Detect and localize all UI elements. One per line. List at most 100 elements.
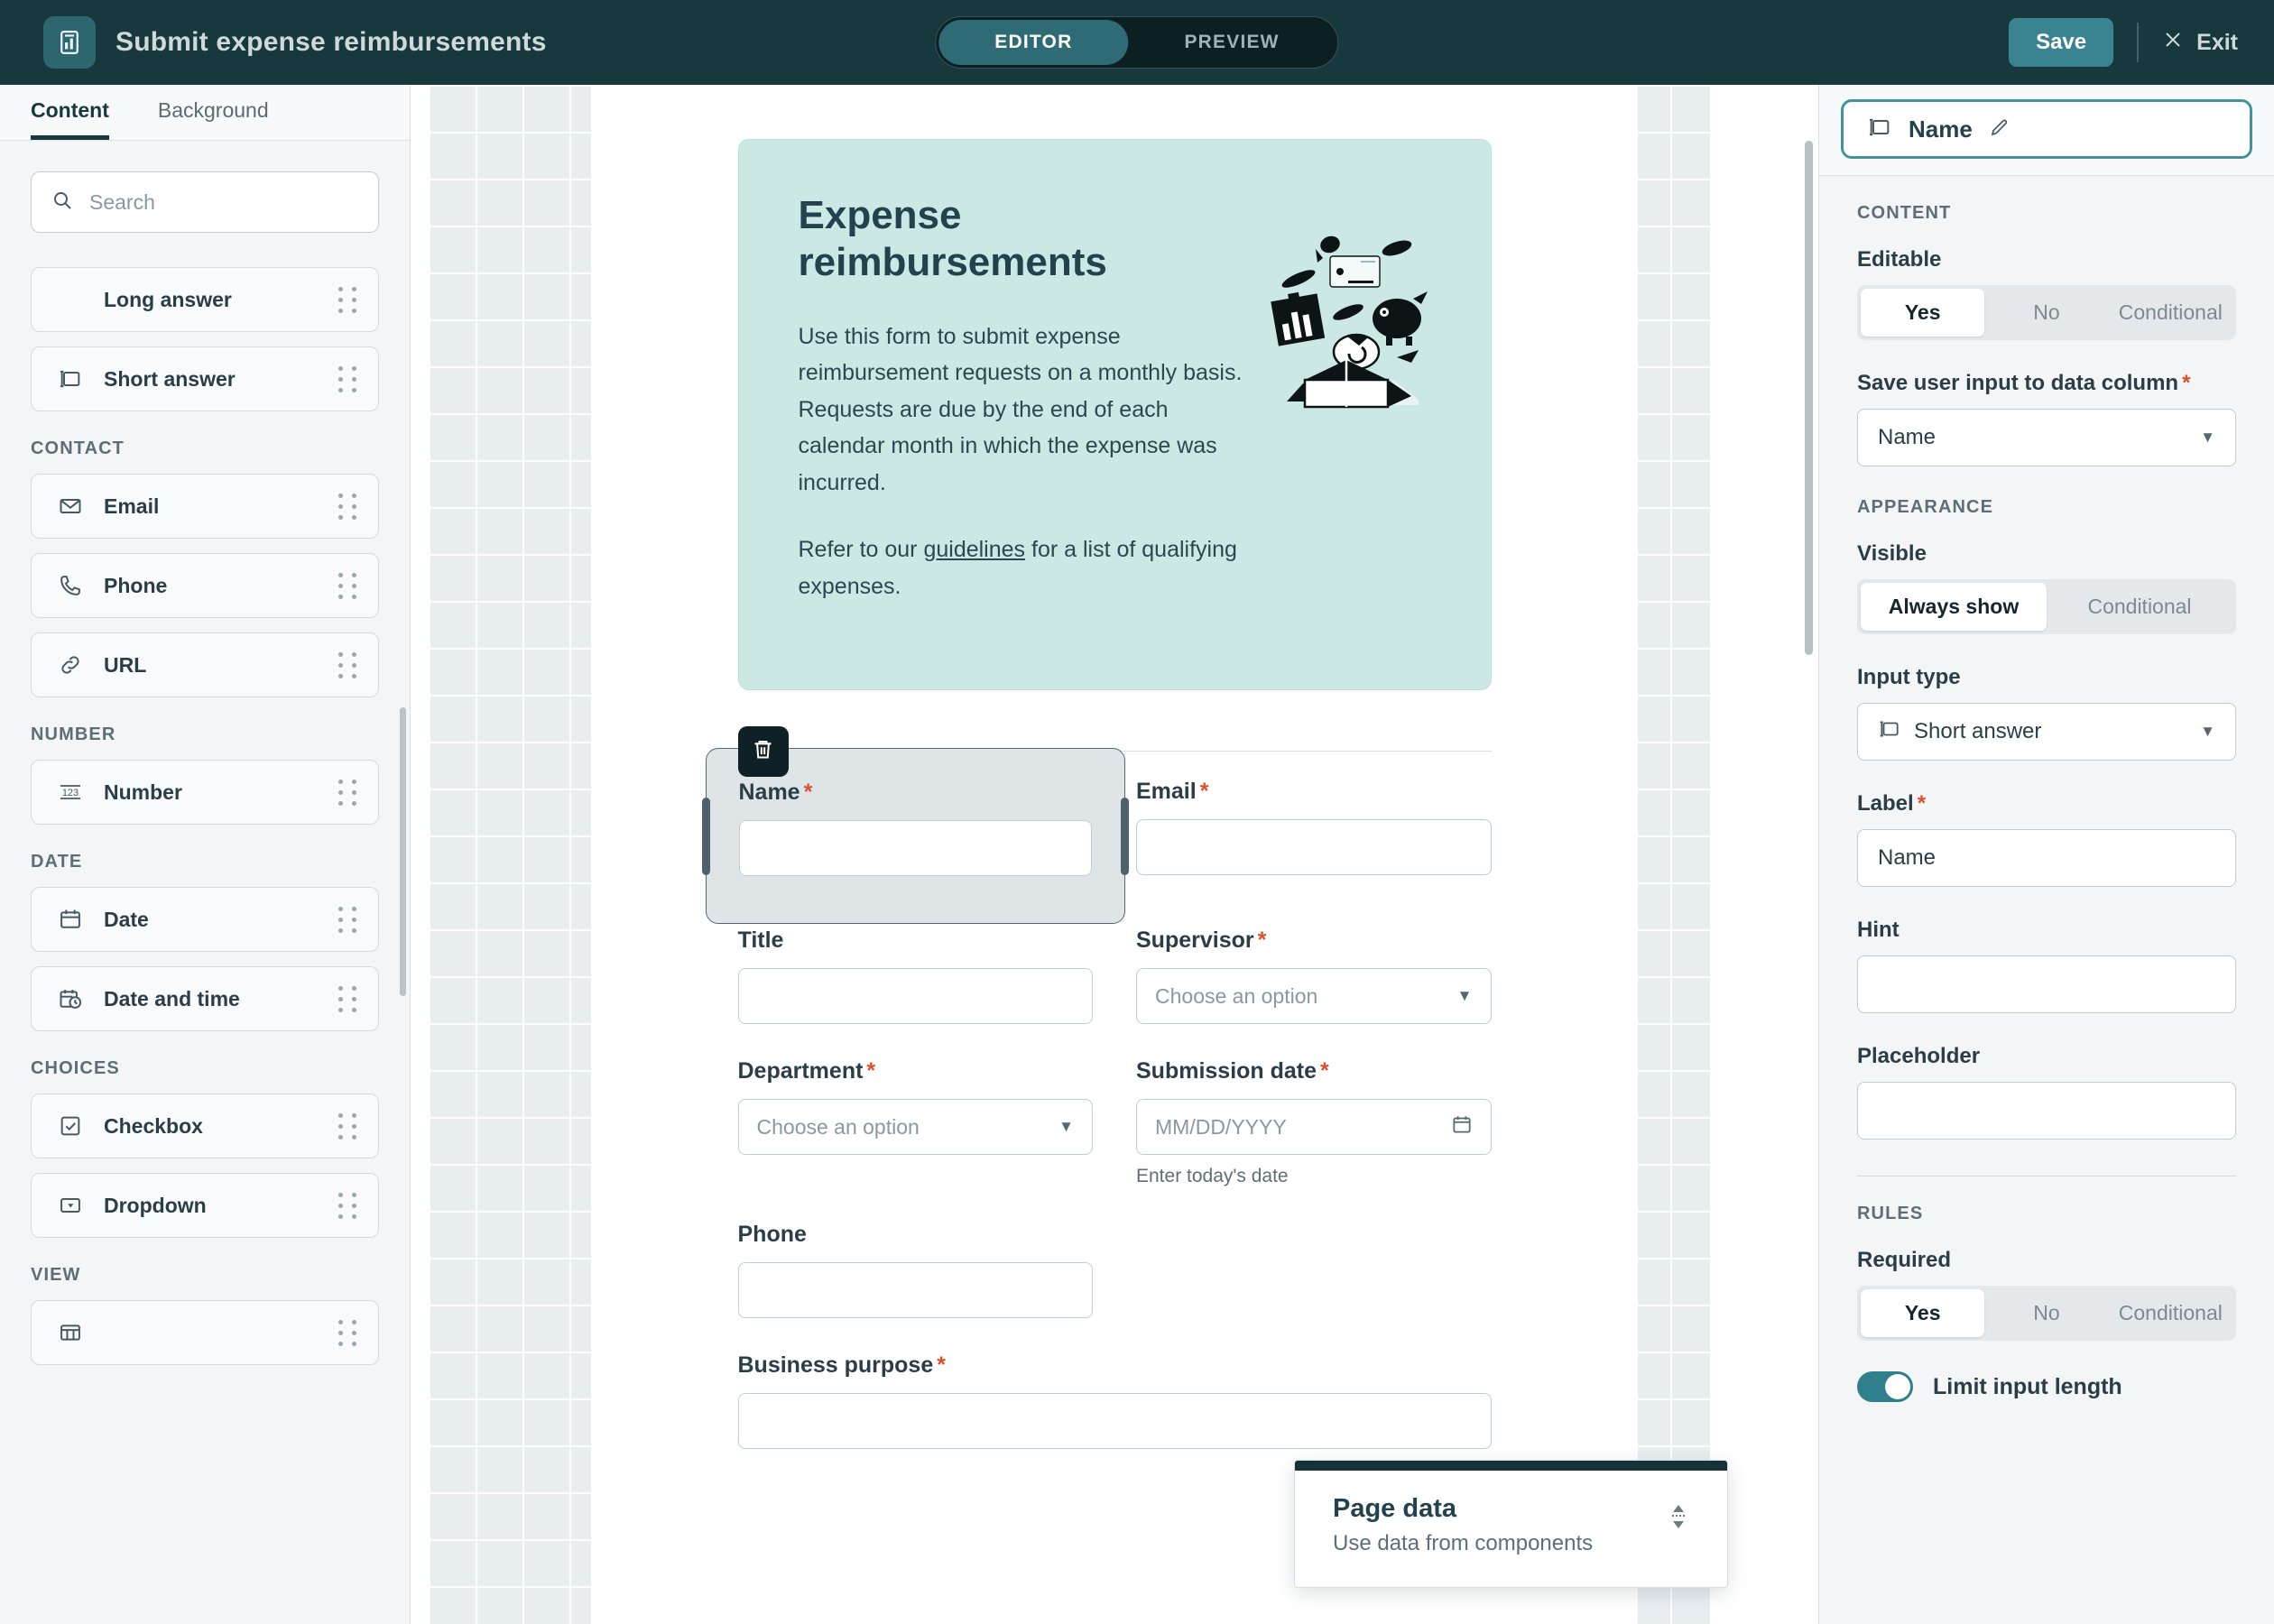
short-answer-icon — [1867, 115, 1892, 144]
section-rules: RULES — [1857, 1204, 2236, 1224]
drag-handle[interactable] — [338, 1113, 358, 1140]
properties-body: CONTENT Editable Yes No Conditional Save… — [1819, 176, 2274, 1624]
department-select[interactable]: Choose an option ▼ — [738, 1099, 1094, 1155]
form-field-submission-date: Submission date* — [1136, 1058, 1492, 1187]
hint-input[interactable] — [1857, 955, 2236, 1013]
field-label: Supervisor* — [1136, 927, 1492, 954]
placeholder-input[interactable] — [1857, 1082, 2236, 1140]
placeholder-field-label: Placeholder — [1857, 1044, 2236, 1069]
drag-vertical-icon[interactable] — [1668, 1494, 1689, 1535]
component-dropdown[interactable]: Dropdown — [31, 1173, 379, 1238]
brand: Submit expense reimbursements — [0, 16, 547, 69]
drag-handle[interactable] — [338, 573, 358, 599]
input-type-select[interactable]: Short answer ▼ — [1857, 703, 2236, 761]
email-input[interactable] — [1136, 819, 1492, 875]
component-view-table[interactable] — [31, 1300, 379, 1365]
exit-button[interactable]: Exit — [2162, 29, 2238, 57]
required-option-conditional[interactable]: Conditional — [2109, 1289, 2232, 1337]
drag-handle[interactable] — [338, 907, 358, 933]
required-asterisk: * — [1918, 791, 1926, 816]
delete-block-button[interactable] — [738, 726, 789, 777]
editable-option-no[interactable]: No — [1984, 289, 2108, 337]
tab-content[interactable]: Content — [31, 98, 109, 140]
trash-icon — [751, 737, 775, 766]
title-input[interactable] — [738, 968, 1094, 1024]
visible-option-conditional[interactable]: Conditional — [2047, 583, 2232, 631]
business-purpose-input[interactable] — [738, 1393, 1492, 1449]
limit-input-length-label: Limit input length — [1933, 1374, 2122, 1400]
name-input[interactable] — [739, 820, 1093, 876]
phone-input[interactable] — [738, 1262, 1094, 1318]
component-url[interactable]: URL — [31, 632, 379, 697]
drag-handle[interactable] — [338, 652, 358, 678]
resize-handle-right[interactable] — [1121, 798, 1129, 875]
component-checkbox[interactable]: Checkbox — [31, 1093, 379, 1158]
drag-handle[interactable] — [338, 1320, 358, 1346]
required-asterisk: * — [866, 1058, 875, 1084]
form-fields-block: Name* Email* Titl — [738, 735, 1492, 1483]
required-label: Required — [1857, 1248, 2236, 1273]
select-value: Choose an option — [1155, 984, 1317, 1009]
search-input[interactable] — [89, 190, 358, 215]
drag-handle[interactable] — [338, 494, 358, 520]
chevron-down-icon: ▼ — [2200, 429, 2215, 447]
form-field-business-purpose: Business purpose* — [738, 1352, 1492, 1449]
pencil-icon[interactable] — [1989, 116, 2011, 143]
component-email[interactable]: Email — [31, 474, 379, 539]
component-label: URL — [104, 653, 338, 678]
component-phone[interactable]: Phone — [31, 553, 379, 618]
top-bar-actions: Save Exit — [2009, 18, 2274, 67]
app-title: Submit expense reimbursements — [116, 27, 547, 58]
section-appearance: APPEARANCE — [1857, 497, 2236, 518]
label-field-label: Label* — [1857, 791, 2236, 817]
component-number[interactable]: 123 Number — [31, 760, 379, 825]
search-box[interactable] — [31, 171, 379, 233]
panel-tabs: Content Background — [0, 85, 410, 141]
editable-option-conditional[interactable]: Conditional — [2109, 289, 2232, 337]
properties-panel: Name CONTENT Editable Yes No Conditional — [1818, 85, 2274, 1624]
form-builder-app: Submit expense reimbursements EDITOR PRE… — [0, 0, 2274, 1624]
supervisor-select[interactable]: Choose an option ▼ — [1136, 968, 1492, 1024]
popup-body: Page data Use data from components — [1295, 1471, 1727, 1587]
limit-input-length-toggle[interactable] — [1857, 1371, 1913, 1402]
component-label: Date — [104, 908, 338, 932]
drag-handle[interactable] — [338, 780, 358, 806]
drag-handle[interactable] — [338, 1193, 358, 1219]
visible-option-always-show[interactable]: Always show — [1861, 583, 2047, 631]
component-label: Checkbox — [104, 1114, 338, 1139]
close-x-icon — [2162, 29, 2184, 57]
canvas-scrollbar[interactable] — [1805, 141, 1813, 655]
calendar-clock-icon — [51, 986, 89, 1011]
left-panel-scrollbar[interactable] — [400, 707, 406, 996]
submission-date-input[interactable] — [1136, 1099, 1492, 1155]
component-long-answer[interactable]: Long answer — [31, 267, 379, 332]
drag-handle[interactable] — [338, 366, 358, 392]
page-data-popup[interactable]: Page data Use data from components — [1294, 1460, 1728, 1588]
resize-handle-left[interactable] — [702, 798, 710, 875]
exit-label: Exit — [2196, 30, 2238, 56]
component-label: Long answer — [104, 288, 338, 312]
save-column-select[interactable]: Name ▼ — [1857, 409, 2236, 466]
tab-preview[interactable]: PREVIEW — [1128, 20, 1335, 65]
save-button[interactable]: Save — [2009, 18, 2113, 67]
label-input[interactable] — [1857, 829, 2236, 887]
field-label: Submission date* — [1136, 1058, 1492, 1084]
hero-paragraph-1: Use this form to submit expense reimburs… — [799, 318, 1243, 502]
required-asterisk: * — [937, 1352, 946, 1378]
tab-background[interactable]: Background — [158, 98, 269, 140]
required-option-no[interactable]: No — [1984, 1289, 2108, 1337]
component-date-and-time[interactable]: Date and time — [31, 966, 379, 1031]
drag-handle[interactable] — [338, 287, 358, 313]
drag-handle[interactable] — [338, 986, 358, 1012]
phone-icon — [51, 573, 89, 598]
form-page: Expense reimbursements Use this form to … — [591, 85, 1638, 1624]
field-label: Department* — [738, 1058, 1094, 1084]
guidelines-link[interactable]: guidelines — [923, 537, 1025, 562]
tab-editor[interactable]: EDITOR — [938, 20, 1128, 65]
component-short-answer[interactable]: Short answer — [31, 346, 379, 411]
editable-option-yes[interactable]: Yes — [1861, 289, 1984, 337]
selected-component-chip[interactable]: Name — [1841, 99, 2252, 159]
required-option-yes[interactable]: Yes — [1861, 1289, 1984, 1337]
component-date[interactable]: Date — [31, 887, 379, 952]
hero-card[interactable]: Expense reimbursements Use this form to … — [738, 139, 1492, 690]
